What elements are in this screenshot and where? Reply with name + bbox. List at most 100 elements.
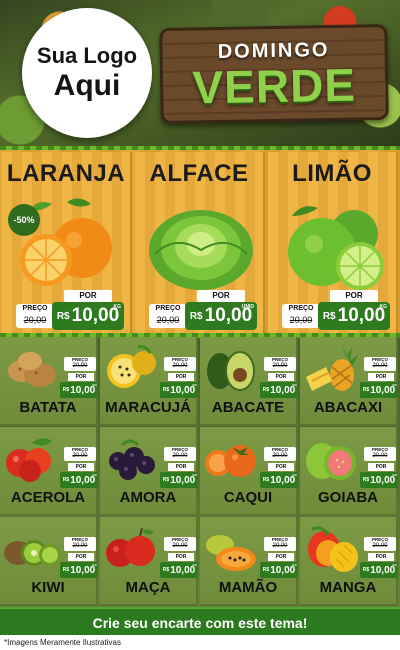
current-price: R$ 10,00 UNID <box>185 302 257 330</box>
price-tag: POR PREÇO 20,00 R$ 10,00 KG <box>282 290 390 330</box>
guava-icon <box>306 443 356 480</box>
price-unit: KG <box>92 473 98 477</box>
product-card: PREÇO 20,00 POR R$ 10,00 KG MAMÃO <box>200 517 298 606</box>
current-price: R$ 10,00 KG <box>360 382 398 398</box>
old-price-box: PREÇO 20,00 <box>164 537 196 551</box>
price-unit: KG <box>292 473 298 477</box>
price-value: 10,00 <box>170 384 196 396</box>
price-unit: KG <box>92 383 98 387</box>
price-tag: PREÇO 20,00 POR R$ 10,00 KG <box>360 357 398 399</box>
old-price: 20,00 <box>272 543 288 549</box>
currency: R$ <box>262 567 270 573</box>
current-price: R$ 10,00 KG <box>360 472 398 488</box>
price-unit: KG <box>379 304 388 310</box>
featured-card: LIMÃO POR PREÇO 20,00 R$ 10,00 KG <box>268 152 398 333</box>
product-name: MARACUJÁ <box>105 399 191 416</box>
old-price-box: PREÇO 20,00 <box>64 357 96 371</box>
price-value: 10,00 <box>270 474 296 486</box>
product-name: ACEROLA <box>10 489 86 506</box>
price-value: 10,00 <box>370 474 396 486</box>
current-price: R$ 10,00 KG <box>160 562 198 578</box>
por-label: POR <box>330 290 378 302</box>
por-label: POR <box>168 463 194 471</box>
product-card: PREÇO 20,00 POR R$ 10,00 KG MANGA <box>300 517 398 606</box>
price-tag: PREÇO 20,00 POR R$ 10,00 KG <box>260 447 298 489</box>
por-label: POR <box>168 553 194 561</box>
currency: R$ <box>362 567 370 573</box>
old-price-box: PREÇO 20,00 <box>64 537 96 551</box>
product-card: PREÇO 20,00 POR R$ 10,00 KG MAÇA <box>100 517 198 606</box>
product-name: AMORA <box>119 489 177 506</box>
price-unit: KG <box>392 473 398 477</box>
product-card: PREÇO 20,00 POR R$ 10,00 KG KIWI <box>0 517 98 606</box>
currency: R$ <box>322 310 336 322</box>
product-card: PREÇO 20,00 POR R$ 10,00 KG CAQUI <box>200 427 298 516</box>
por-label: POR <box>268 463 294 471</box>
currency: R$ <box>162 387 170 393</box>
price-unit: KG <box>92 563 98 567</box>
price-unit: KG <box>292 383 298 387</box>
price-unit: KG <box>392 563 398 567</box>
old-price: 20,00 <box>272 453 288 459</box>
persimmon-icon <box>205 445 256 477</box>
avocado-icon <box>207 351 255 391</box>
price-tag: PREÇO 20,00 POR R$ 10,00 KG <box>360 447 398 489</box>
price-tag: POR PREÇO 20,00 R$ 10,00 KG <box>16 290 124 330</box>
preco-label: PREÇO <box>288 305 314 312</box>
currency: R$ <box>362 387 370 393</box>
por-label: POR <box>64 290 112 302</box>
currency: R$ <box>62 477 70 483</box>
title-wood-board: DOMINGO VERDE <box>159 24 389 124</box>
logo-placeholder: Sua Logo Aqui <box>22 8 152 138</box>
currency: R$ <box>62 567 70 573</box>
logo-line1: Sua Logo <box>36 43 138 68</box>
discount-badge: -50% <box>8 204 40 236</box>
price-unit: KG <box>113 304 122 310</box>
old-price: 20,00 <box>72 363 88 369</box>
price-unit: KG <box>392 383 398 387</box>
old-price: 20,00 <box>23 315 47 325</box>
por-label: POR <box>68 553 94 561</box>
current-price: R$ 10,00 KG <box>260 562 298 578</box>
current-price: R$ 10,00 KG <box>360 562 398 578</box>
current-price: R$ 10,00 KG <box>318 302 390 330</box>
price-tag: PREÇO 20,00 POR R$ 10,00 KG <box>160 537 198 579</box>
price-unit: UNID <box>241 304 254 310</box>
currency: R$ <box>56 310 70 322</box>
old-price-box: PREÇO 20,00 <box>364 537 396 551</box>
old-price-box: PREÇO 20,00 <box>264 447 296 461</box>
currency: R$ <box>262 477 270 483</box>
product-card: PREÇO 20,00 POR R$ 10,00 KG ABACATE <box>200 337 298 426</box>
price-tag: PREÇO 20,00 POR R$ 10,00 KG <box>60 447 98 489</box>
product-name: KIWI <box>31 579 65 596</box>
lime-icon <box>288 206 384 290</box>
passion-fruit-icon <box>107 345 156 388</box>
price-value: 10,00 <box>337 305 386 326</box>
old-price: 20,00 <box>172 363 188 369</box>
price-value: 10,00 <box>170 564 196 576</box>
price-unit: KG <box>192 473 198 477</box>
product-name: MANGA <box>319 579 377 596</box>
price-tag: PREÇO 20,00 POR R$ 10,00 KG <box>360 537 398 579</box>
product-card: PREÇO 20,00 POR R$ 10,00 KG BATATA <box>0 337 98 426</box>
price-tag: PREÇO 20,00 POR R$ 10,00 KG <box>60 537 98 579</box>
product-name: CAQUI <box>223 489 273 506</box>
old-price-box: PREÇO 20,00 <box>149 304 187 328</box>
por-label: POR <box>68 463 94 471</box>
currency: R$ <box>262 387 270 393</box>
current-price: R$ 10,00 KG <box>60 472 98 488</box>
product-name: GOIABA <box>318 489 378 506</box>
por-label: POR <box>168 373 194 381</box>
papaya-icon <box>206 535 256 571</box>
currency: R$ <box>162 477 170 483</box>
old-price: 20,00 <box>372 543 388 549</box>
old-price: 20,00 <box>72 453 88 459</box>
product-name: MAÇA <box>125 579 171 596</box>
price-value: 10,00 <box>71 305 120 326</box>
price-unit: KG <box>192 383 198 387</box>
price-unit: KG <box>292 563 298 567</box>
price-tag: PREÇO 20,00 POR R$ 10,00 KG <box>160 447 198 489</box>
preco-label: PREÇO <box>155 305 181 312</box>
price-value: 10,00 <box>370 564 396 576</box>
price-value: 10,00 <box>70 564 96 576</box>
